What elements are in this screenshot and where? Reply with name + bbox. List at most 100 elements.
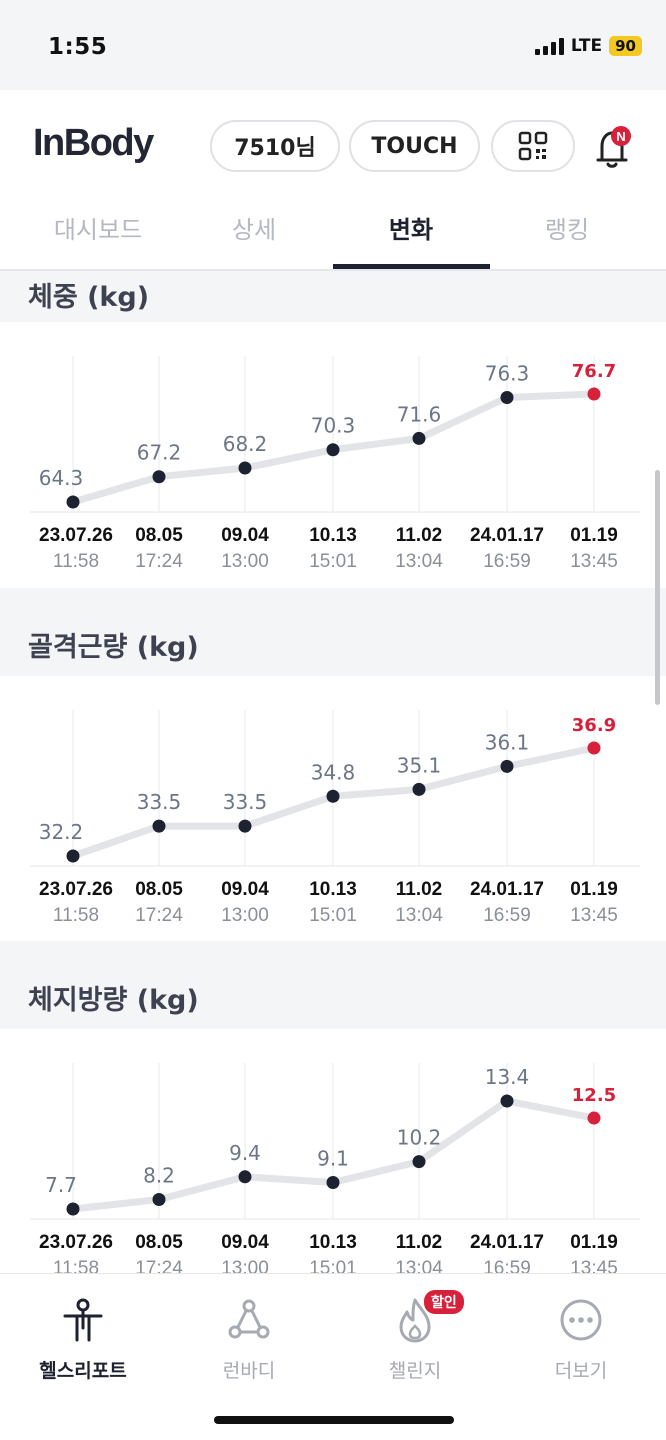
tab-change[interactable]: 변화 (331, 210, 491, 245)
chart-time-label: 13:04 (395, 551, 443, 572)
chart-value-label: 8.2 (143, 1164, 175, 1188)
chart-data-point[interactable] (152, 819, 166, 833)
chart-time-label: 16:59 (483, 551, 531, 572)
touch-button[interactable]: TOUCH (349, 120, 480, 172)
active-tab-indicator (333, 264, 490, 269)
tab-bar: 대시보드 상세 변화 랭킹 (0, 200, 666, 271)
chart-date-label: 01.19 (570, 1232, 618, 1253)
section-title: 골격근량 (kg) (28, 632, 199, 663)
chart-date-label: 10.13 (309, 525, 357, 546)
chart-data-point[interactable] (587, 1111, 601, 1125)
nav-more[interactable]: 더보기 (498, 1296, 664, 1383)
chart-date-label: 09.04 (221, 1232, 269, 1253)
chart-value-label: 9.4 (229, 1141, 261, 1165)
chart-time-label: 11:58 (53, 551, 99, 572)
notification-badge: N (616, 129, 625, 144)
chart-date-label: 08.05 (135, 879, 183, 900)
chart-data-point[interactable] (326, 789, 340, 803)
chart-data-point[interactable] (238, 819, 252, 833)
chart-data-point[interactable] (326, 443, 340, 457)
chart-data-point[interactable] (326, 1175, 340, 1189)
chart-data-point[interactable] (66, 1202, 80, 1216)
chart-time-label: 11:58 (53, 905, 99, 926)
chart-time-label: 13:45 (570, 905, 618, 926)
network-type: LTE (570, 36, 603, 56)
weight-chart: 64.3 23.07.26 11:58 67.2 08.05 17:24 68.2 09.04… (30, 356, 640, 572)
status-time: 1:55 (48, 34, 108, 60)
chart-data-point[interactable] (500, 1094, 514, 1108)
chart-data-point[interactable] (152, 1193, 166, 1207)
scrollbar[interactable] (655, 470, 660, 705)
chart-data-point[interactable] (66, 849, 80, 863)
chart-date-label: 24.01.17 (470, 1232, 544, 1253)
qr-code-button[interactable] (491, 120, 575, 172)
chart-date-label: 11.02 (396, 879, 443, 900)
chart-card-muscle[interactable]: 32.2 23.07.26 11:58 33.5 08.05 17:24 33.5 09.04… (0, 676, 666, 941)
chart-date-label: 23.07.26 (39, 525, 113, 546)
bottom-navigation: 헬스리포트 런바디 챌린지 할인 더보기 (0, 1273, 666, 1440)
chart-data-point[interactable] (500, 759, 514, 773)
chart-date-label: 08.05 (135, 1232, 183, 1253)
chart-data-point[interactable] (412, 782, 426, 796)
chart-value-label: 10.2 (397, 1126, 442, 1150)
chart-data-point[interactable] (500, 390, 514, 404)
chart-date-label: 09.04 (221, 525, 269, 546)
nav-challenge[interactable]: 챌린지 할인 (332, 1290, 498, 1383)
chart-value-label: 71.6 (397, 402, 442, 426)
chart-data-point[interactable] (152, 470, 166, 484)
nav-label: 챌린지 (388, 1360, 442, 1382)
chart-value-label: 13.4 (485, 1065, 530, 1089)
signal-strength-icon (534, 37, 564, 55)
chart-time-label: 15:01 (309, 905, 357, 926)
nav-label: 헬스리포트 (39, 1360, 127, 1382)
chart-data-point[interactable] (412, 431, 426, 445)
app-header: InBody 7510님 TOUCH N (0, 90, 666, 200)
chart-value-label: 33.5 (137, 790, 182, 814)
status-bar: 1:55 LTE 90 (0, 0, 666, 90)
section-title: 체중 (kg) (28, 282, 150, 313)
chart-card-weight[interactable]: 64.3 23.07.26 11:58 67.2 08.05 17:24 68.2 09.04… (0, 322, 666, 588)
nav-runbody[interactable]: 런바디 (166, 1296, 332, 1383)
chart-date-label: 09.04 (221, 879, 269, 900)
notification-bell-button[interactable]: N (588, 122, 638, 172)
nav-health-report[interactable]: 헬스리포트 (0, 1296, 166, 1383)
chart-data-point[interactable] (238, 1170, 252, 1184)
chart-value-label: 32.2 (39, 820, 84, 844)
muscle-chart: 32.2 23.07.26 11:58 33.5 08.05 17:24 33.5 09.04… (30, 710, 640, 926)
person-report-icon (63, 1298, 103, 1342)
chart-time-label: 13:00 (221, 551, 269, 572)
tab-dashboard[interactable]: 대시보드 (18, 210, 178, 245)
chart-data-point[interactable] (587, 387, 601, 401)
chart-date-label: 08.05 (135, 525, 183, 546)
chart-date-label: 01.19 (570, 879, 618, 900)
tab-detail[interactable]: 상세 (174, 210, 334, 245)
chart-value-label: 12.5 (572, 1085, 616, 1106)
chart-date-label: 11.02 (396, 525, 443, 546)
chart-date-label: 01.19 (570, 525, 618, 546)
chart-value-label: 9.1 (317, 1146, 349, 1170)
chart-value-label: 76.7 (572, 361, 616, 382)
tab-ranking[interactable]: 랭킹 (487, 210, 647, 245)
chart-card-fat[interactable]: 7.7 23.07.26 11:58 8.2 08.05 17:24 9.4 09.04 13:… (0, 1029, 666, 1279)
chart-data-point[interactable] (66, 495, 80, 509)
chart-date-label: 11.02 (396, 1232, 443, 1253)
chart-value-label: 36.9 (572, 715, 616, 736)
chart-data-point[interactable] (412, 1155, 426, 1169)
chart-date-label: 23.07.26 (39, 879, 113, 900)
chart-time-label: 13:45 (570, 551, 618, 572)
chart-value-label: 70.3 (311, 414, 356, 438)
chart-value-label: 67.2 (137, 441, 182, 465)
chart-date-label: 10.13 (309, 879, 357, 900)
run-route-icon (228, 1299, 270, 1339)
home-indicator[interactable] (214, 1416, 454, 1424)
chart-value-label: 76.3 (485, 361, 530, 385)
chart-time-label: 17:24 (135, 551, 183, 572)
chart-data-point[interactable] (238, 461, 252, 475)
nav-label: 런바디 (222, 1360, 276, 1382)
chart-value-label: 33.5 (223, 790, 268, 814)
chart-time-label: 16:59 (483, 905, 531, 926)
chart-value-label: 64.3 (39, 466, 84, 490)
chart-data-point[interactable] (587, 741, 601, 755)
user-profile-button[interactable]: 7510님 (210, 120, 340, 172)
chart-value-label: 7.7 (45, 1173, 77, 1197)
